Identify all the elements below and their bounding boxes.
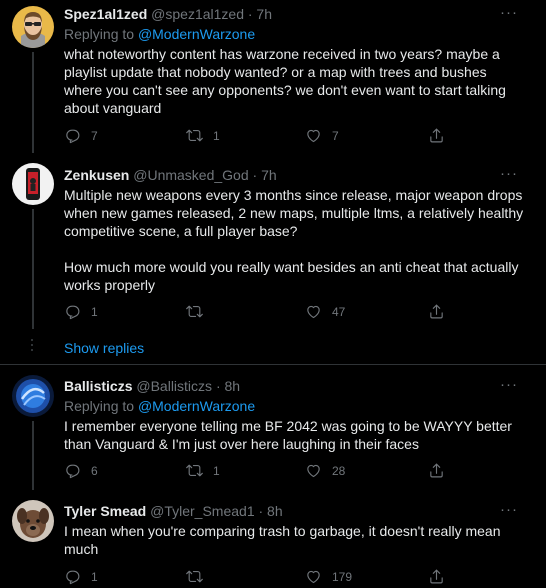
reply-count: 6: [91, 463, 98, 478]
replying-to: Replying to @ModernWarzone: [64, 397, 255, 415]
tweet-actions: 7 1 7: [64, 127, 474, 147]
retweet-icon: [186, 303, 203, 320]
tweet-text-paragraph-2: How much more would you really want besi…: [64, 259, 519, 293]
share-button[interactable]: [428, 462, 445, 479]
tweet-time[interactable]: · 7h: [253, 167, 277, 183]
like-count: 179: [332, 569, 353, 584]
tweet-spez1al1zed[interactable]: Spez1al1zed @spez1al1zed · 7h ··· Replyi…: [0, 0, 546, 153]
dog-avatar-icon[interactable]: [12, 500, 54, 542]
retweet-button[interactable]: [186, 303, 213, 320]
replying-to-link[interactable]: @ModernWarzone: [138, 26, 255, 42]
thread-line: [32, 209, 34, 329]
like-button[interactable]: 7: [305, 127, 339, 144]
thread-line: [32, 421, 34, 490]
retweet-icon: [186, 462, 203, 479]
tweet-header: Ballisticzs @Ballisticzs · 8h: [64, 377, 240, 395]
share-button[interactable]: [428, 568, 445, 585]
phone-avatar-icon[interactable]: [12, 163, 54, 205]
retweet-button[interactable]: 1: [186, 127, 220, 144]
replying-to: Replying to @ModernWarzone: [64, 25, 255, 43]
share-icon: [428, 568, 445, 585]
user-handle[interactable]: @Ballisticzs: [136, 378, 212, 394]
tweet-actions: 6 1 28: [64, 462, 474, 482]
tweet-text: I remember everyone telling me BF 2042 w…: [64, 418, 512, 452]
tweet-actions: 1 179: [64, 568, 474, 588]
tweet-text: I mean when you're comparing trash to ga…: [64, 523, 501, 557]
tweet-actions: 1 47: [64, 303, 474, 323]
tweet-text: Multiple new weapons every 3 months sinc…: [64, 187, 524, 239]
replying-prefix: Replying to: [64, 398, 135, 414]
like-icon: [305, 127, 322, 144]
tweet-time[interactable]: · 8h: [216, 378, 240, 394]
more-options-icon[interactable]: ···: [500, 165, 518, 182]
tweet-ballisticzs[interactable]: Ballisticzs @Ballisticzs · 8h ··· Replyi…: [0, 365, 546, 490]
tweet-tyler-smead[interactable]: Tyler Smead @Tyler_Smead1 · 8h ··· I mea…: [0, 490, 546, 587]
retweet-count: 1: [213, 128, 220, 143]
tweet-header: Tyler Smead @Tyler_Smead1 · 8h: [64, 502, 283, 520]
more-options-icon[interactable]: ···: [500, 4, 518, 21]
tweet-time[interactable]: · 8h: [259, 503, 283, 519]
reply-count: 7: [91, 128, 98, 143]
reply-button[interactable]: 1: [64, 303, 98, 320]
user-handle[interactable]: @Unmasked_God: [133, 167, 248, 183]
like-icon: [305, 303, 322, 320]
reply-icon: [64, 462, 81, 479]
retweet-count: 1: [213, 463, 220, 478]
thread-line: [32, 52, 34, 153]
reply-button[interactable]: 6: [64, 462, 98, 479]
like-button[interactable]: 179: [305, 568, 352, 585]
show-replies-link[interactable]: Show replies: [64, 340, 144, 356]
share-icon: [428, 462, 445, 479]
tweet-header: Spez1al1zed @spez1al1zed · 7h: [64, 5, 272, 23]
replying-prefix: Replying to: [64, 26, 135, 42]
like-icon: [305, 462, 322, 479]
reply-count: 1: [91, 569, 98, 584]
tweet-header: Zenkusen @Unmasked_God · 7h: [64, 166, 277, 184]
share-button[interactable]: [428, 303, 445, 320]
display-name[interactable]: Zenkusen: [64, 167, 129, 183]
reply-button[interactable]: 7: [64, 127, 98, 144]
retweet-icon: [186, 127, 203, 144]
like-count: 7: [332, 128, 339, 143]
like-count: 47: [332, 304, 346, 319]
user-handle[interactable]: @Tyler_Smead1: [150, 503, 254, 519]
display-name[interactable]: Ballisticzs: [64, 378, 132, 394]
reply-button[interactable]: 1: [64, 568, 98, 585]
reply-icon: [64, 568, 81, 585]
blue-orb-avatar-icon[interactable]: [12, 375, 54, 417]
reply-count: 1: [91, 304, 98, 319]
retweet-icon: [186, 568, 203, 585]
display-name[interactable]: Spez1al1zed: [64, 6, 147, 22]
bearded-man-avatar-icon[interactable]: [12, 6, 54, 48]
like-button[interactable]: 47: [305, 303, 345, 320]
retweet-button[interactable]: [186, 568, 213, 585]
tweet-text: what noteworthy content has warzone rece…: [64, 46, 506, 116]
like-count: 28: [332, 463, 346, 478]
replying-to-link[interactable]: @ModernWarzone: [138, 398, 255, 414]
reply-icon: [64, 303, 81, 320]
tweet-time[interactable]: · 7h: [248, 6, 272, 22]
display-name[interactable]: Tyler Smead: [64, 503, 146, 519]
share-icon: [428, 303, 445, 320]
share-icon: [428, 127, 445, 144]
reply-icon: [64, 127, 81, 144]
more-options-icon[interactable]: ···: [500, 501, 518, 518]
more-options-icon[interactable]: ···: [500, 376, 518, 393]
retweet-button[interactable]: 1: [186, 462, 220, 479]
share-button[interactable]: [428, 127, 445, 144]
like-button[interactable]: 28: [305, 462, 345, 479]
user-handle[interactable]: @spez1al1zed: [151, 6, 244, 22]
tweet-zenkusen[interactable]: Zenkusen @Unmasked_God · 7h ··· Multiple…: [0, 153, 546, 329]
like-icon: [305, 568, 322, 585]
thread-continuation-dots: [30, 336, 34, 354]
